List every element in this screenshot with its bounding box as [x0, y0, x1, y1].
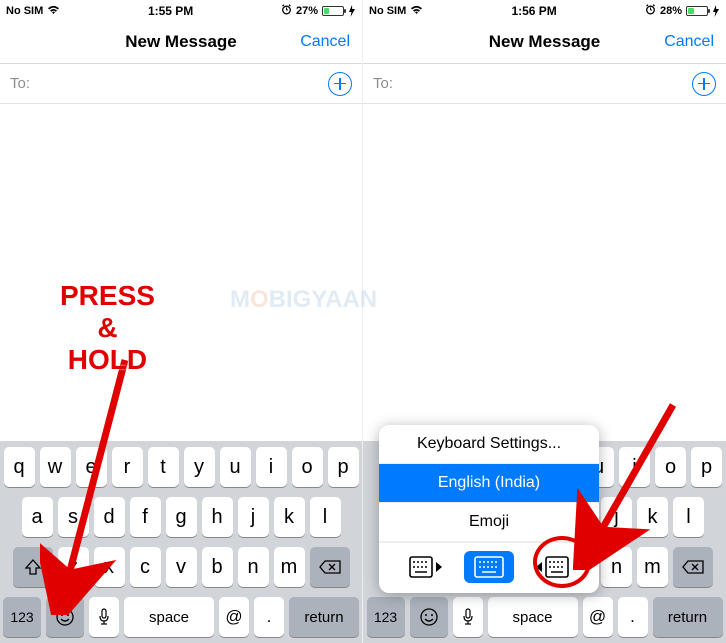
annotation-circle [533, 536, 591, 588]
add-contact-button[interactable] [692, 72, 716, 96]
cancel-button[interactable]: Cancel [664, 33, 714, 51]
key-b[interactable]: b [202, 547, 233, 587]
key-h[interactable]: h [202, 497, 233, 537]
key-k[interactable]: k [274, 497, 305, 537]
key-q[interactable]: q [4, 447, 35, 487]
key-c[interactable]: c [130, 547, 161, 587]
status-bar: No SIM 1:56 PM 28% [363, 0, 726, 20]
wifi-icon [410, 5, 423, 18]
key-l[interactable]: l [310, 497, 341, 537]
key-n[interactable]: n [238, 547, 269, 587]
to-field[interactable]: To: [363, 64, 726, 104]
key-n[interactable]: n [601, 547, 632, 587]
key-123[interactable]: 123 [367, 597, 405, 637]
battery-icon [686, 6, 708, 16]
keyboard-row-1: q w e r t y u i o p [3, 447, 359, 487]
add-contact-button[interactable] [328, 72, 352, 96]
key-p[interactable]: p [691, 447, 722, 487]
to-field[interactable]: To: [0, 64, 362, 104]
key-l[interactable]: l [673, 497, 704, 537]
to-label: To: [373, 75, 393, 92]
one-handed-center-button[interactable] [464, 551, 514, 583]
key-period[interactable]: . [254, 597, 284, 637]
key-v[interactable]: v [166, 547, 197, 587]
battery-percent: 27% [296, 5, 318, 17]
keyboard-row-2: a s d f g h j k l [3, 497, 359, 537]
key-k[interactable]: k [637, 497, 668, 537]
nav-title: New Message [125, 32, 237, 52]
keyboard-settings-item[interactable]: Keyboard Settings... [379, 425, 599, 464]
alarm-icon [281, 4, 292, 18]
key-j[interactable]: j [601, 497, 632, 537]
wifi-icon [47, 5, 60, 18]
backspace-key[interactable] [310, 547, 350, 587]
keyboard-row-3: z x c v b n m [3, 547, 359, 587]
watermark: MOBIGYAAN [230, 286, 377, 314]
bolt-icon [712, 5, 720, 17]
shift-key[interactable] [13, 547, 53, 587]
key-o[interactable]: o [292, 447, 323, 487]
key-period[interactable]: . [618, 597, 648, 637]
return-key[interactable]: return [289, 597, 359, 637]
key-d[interactable]: d [94, 497, 125, 537]
keyboard-row-bottom: 123 space @ . return [3, 597, 359, 637]
carrier-label: No SIM [369, 5, 406, 17]
key-t[interactable]: t [148, 447, 179, 487]
emoji-globe-key[interactable] [410, 597, 448, 637]
backspace-key[interactable] [673, 547, 713, 587]
space-key[interactable]: space [124, 597, 214, 637]
key-p[interactable]: p [328, 447, 359, 487]
key-f[interactable]: f [130, 497, 161, 537]
nav-title: New Message [489, 32, 601, 52]
screenshot-right: No SIM 1:56 PM 28% New Message Cancel [363, 0, 726, 643]
alarm-icon [645, 4, 656, 18]
space-key[interactable]: space [488, 597, 578, 637]
dictation-key[interactable] [89, 597, 119, 637]
key-r[interactable]: r [112, 447, 143, 487]
key-u[interactable]: u [220, 447, 251, 487]
key-j[interactable]: j [238, 497, 269, 537]
keyboard-row-bottom: 123 space @ . return [366, 597, 723, 637]
clock: 1:56 PM [511, 4, 556, 18]
key-m[interactable]: m [274, 547, 305, 587]
key-g[interactable]: g [166, 497, 197, 537]
keyboard-english-item[interactable]: English (India) [379, 464, 599, 503]
return-key[interactable]: return [653, 597, 723, 637]
key-123[interactable]: 123 [3, 597, 41, 637]
nav-bar: New Message Cancel [0, 20, 362, 64]
key-at[interactable]: @ [219, 597, 249, 637]
cancel-button[interactable]: Cancel [300, 33, 350, 51]
key-i[interactable]: i [256, 447, 287, 487]
dictation-key[interactable] [453, 597, 483, 637]
battery-icon [322, 6, 344, 16]
key-x[interactable]: x [94, 547, 125, 587]
annotation-press-hold: PRESS & HOLD [60, 280, 155, 377]
key-y[interactable]: y [184, 447, 215, 487]
key-z[interactable]: z [58, 547, 89, 587]
key-o[interactable]: o [655, 447, 686, 487]
status-bar: No SIM 1:55 PM 27% [0, 0, 362, 20]
key-w[interactable]: w [40, 447, 71, 487]
key-a[interactable]: a [22, 497, 53, 537]
one-handed-left-button[interactable] [402, 551, 452, 583]
key-s[interactable]: s [58, 497, 89, 537]
key-m[interactable]: m [637, 547, 668, 587]
battery-percent: 28% [660, 5, 682, 17]
key-e[interactable]: e [76, 447, 107, 487]
screenshot-left: No SIM 1:55 PM 27% New Message Cancel [0, 0, 363, 643]
emoji-globe-key[interactable] [46, 597, 84, 637]
bolt-icon [348, 5, 356, 17]
clock: 1:55 PM [148, 4, 193, 18]
to-label: To: [10, 75, 30, 92]
key-at[interactable]: @ [583, 597, 613, 637]
key-i[interactable]: i [619, 447, 650, 487]
carrier-label: No SIM [6, 5, 43, 17]
nav-bar: New Message Cancel [363, 20, 726, 64]
keyboard: q w e r t y u i o p a s d f g h [0, 441, 362, 643]
